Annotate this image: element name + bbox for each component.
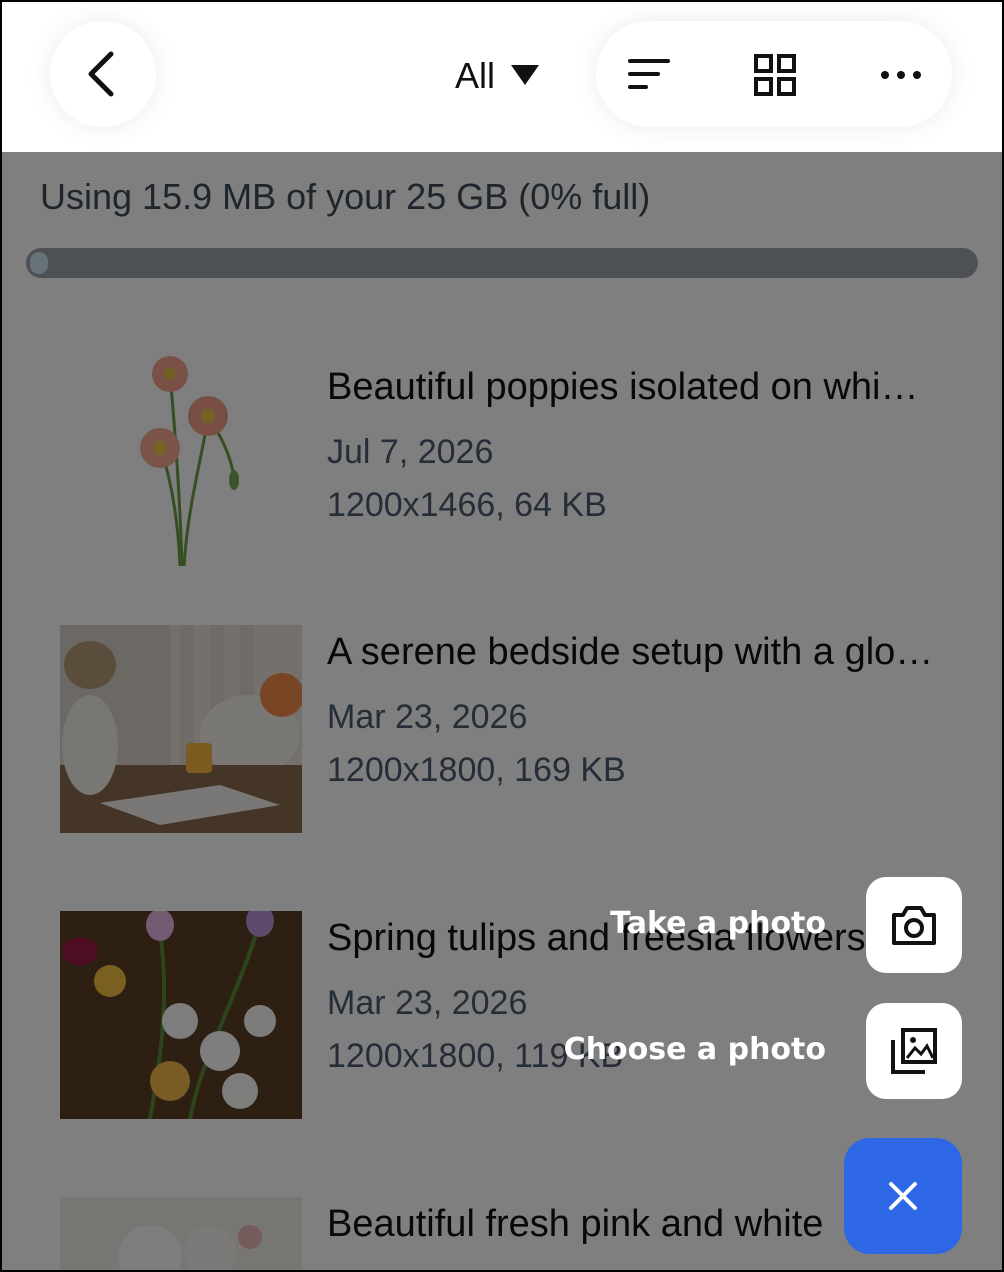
close-icon xyxy=(889,1182,917,1210)
filter-dropdown[interactable]: All xyxy=(455,48,540,104)
close-fab-button[interactable] xyxy=(844,1138,962,1254)
choose-photo-button[interactable] xyxy=(866,1003,962,1099)
caret-down-icon xyxy=(511,65,540,85)
take-photo-button[interactable] xyxy=(866,877,962,973)
sort-icon[interactable] xyxy=(628,54,670,96)
choose-photo-label[interactable]: Choose a photo xyxy=(564,1032,826,1067)
menu-backdrop[interactable] xyxy=(0,152,1004,1272)
back-button[interactable] xyxy=(50,21,156,127)
toolbar xyxy=(596,21,952,127)
gallery-icon xyxy=(891,1028,937,1074)
top-bar: All xyxy=(0,0,1004,152)
camera-icon xyxy=(892,906,936,945)
filter-label: All xyxy=(455,55,496,96)
take-photo-label[interactable]: Take a photo xyxy=(610,906,826,941)
grid-view-icon[interactable] xyxy=(754,54,796,96)
back-arrow-icon xyxy=(88,51,114,97)
more-icon[interactable] xyxy=(880,54,922,96)
